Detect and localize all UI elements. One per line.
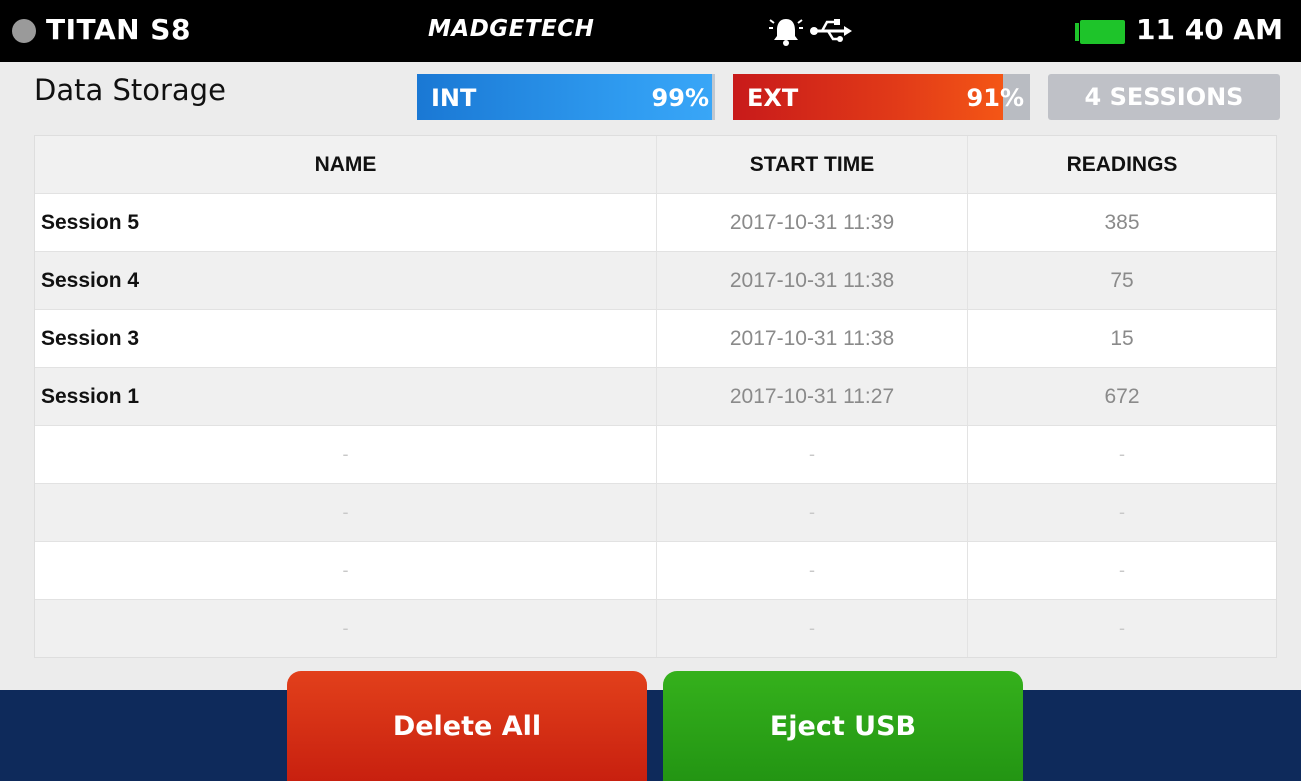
session-readings: 75	[1110, 268, 1134, 292]
column-header-name[interactable]: NAME	[35, 136, 657, 193]
empty-cell: -	[657, 600, 968, 657]
session-readings: 385	[1104, 210, 1140, 234]
internal-storage-label: INT	[431, 84, 477, 112]
empty-cell: -	[1119, 560, 1125, 580]
footer-bar	[0, 690, 1301, 781]
column-header-readings[interactable]: READINGS	[968, 136, 1276, 193]
internal-storage-percent: 99%	[651, 84, 709, 112]
delete-all-button[interactable]: Delete All	[287, 671, 647, 781]
empty-table-row: - - -	[35, 483, 1276, 541]
internal-storage-bar[interactable]: INT 99%	[417, 74, 715, 120]
session-start-time: 2017-10-31 11:38	[657, 252, 968, 309]
session-readings: 672	[1104, 384, 1140, 408]
session-name: Session 5	[35, 194, 657, 251]
column-header-start-time[interactable]: START TIME	[657, 136, 968, 193]
alarm-bell-icon[interactable]	[768, 13, 804, 49]
session-start-time: 2017-10-31 11:39	[657, 194, 968, 251]
device-name: TITAN S8	[46, 13, 191, 46]
external-storage-label: EXT	[747, 84, 799, 112]
battery-icon	[1075, 20, 1125, 44]
empty-cell: -	[35, 600, 657, 657]
clock: 11 40 AM	[1136, 13, 1283, 46]
eject-usb-button[interactable]: Eject USB	[663, 671, 1023, 781]
session-name: Session 4	[35, 252, 657, 309]
session-start-time: 2017-10-31 11:27	[657, 368, 968, 425]
empty-table-row: - - -	[35, 541, 1276, 599]
empty-cell: -	[657, 542, 968, 599]
page-title: Data Storage	[34, 73, 226, 107]
session-start-time: 2017-10-31 11:38	[657, 310, 968, 367]
table-row[interactable]: Session 1 2017-10-31 11:27 672	[35, 367, 1276, 425]
table-row[interactable]: Session 5 2017-10-31 11:39 385	[35, 193, 1276, 251]
brand-logo: MADGETECH	[428, 16, 595, 42]
empty-cell: -	[657, 426, 968, 483]
usb-icon	[810, 19, 852, 42]
empty-cell: -	[657, 484, 968, 541]
empty-cell: -	[1119, 618, 1125, 638]
table-row[interactable]: Session 3 2017-10-31 11:38 15	[35, 309, 1276, 367]
table-header-row: NAME START TIME READINGS	[35, 136, 1276, 193]
empty-cell: -	[1119, 444, 1125, 464]
table-row[interactable]: Session 4 2017-10-31 11:38 75	[35, 251, 1276, 309]
sessions-count-badge: 4 SESSIONS	[1048, 74, 1280, 120]
session-name: Session 1	[35, 368, 657, 425]
status-indicator-icon	[12, 19, 36, 43]
status-bar: TITAN S8 MADGETECH 11 40 AM	[0, 0, 1301, 62]
empty-cell: -	[1119, 502, 1125, 522]
external-storage-percent: 91%	[966, 84, 1024, 112]
sessions-table: NAME START TIME READINGS Session 5 2017-…	[34, 135, 1277, 658]
session-readings: 15	[1110, 326, 1134, 350]
empty-cell: -	[35, 484, 657, 541]
session-name: Session 3	[35, 310, 657, 367]
empty-table-row: - - -	[35, 599, 1276, 657]
empty-cell: -	[35, 542, 657, 599]
empty-table-row: - - -	[35, 425, 1276, 483]
external-storage-bar[interactable]: EXT 91%	[733, 74, 1030, 120]
empty-cell: -	[35, 426, 657, 483]
